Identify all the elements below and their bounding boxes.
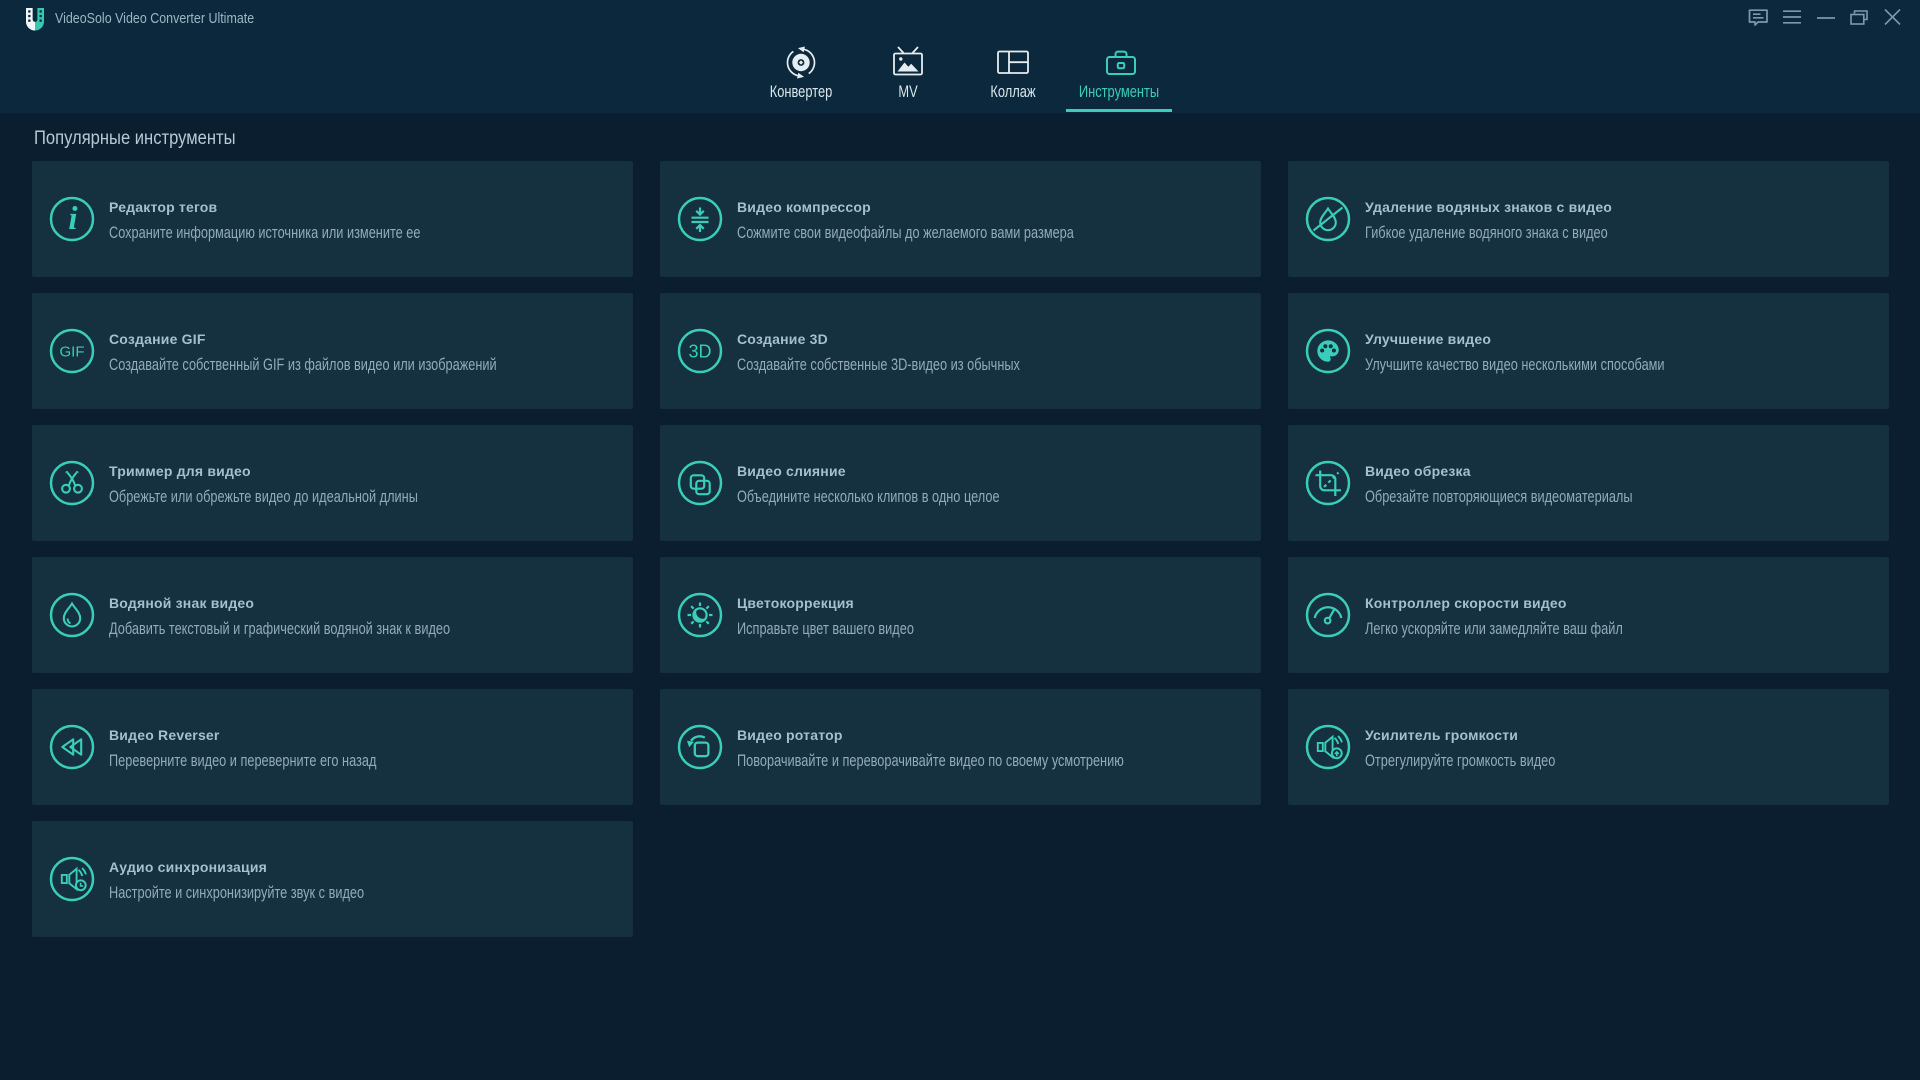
svg-text:i: i [68, 201, 78, 237]
svg-text:3D: 3D [688, 342, 711, 362]
svg-text:GIF: GIF [60, 344, 85, 361]
